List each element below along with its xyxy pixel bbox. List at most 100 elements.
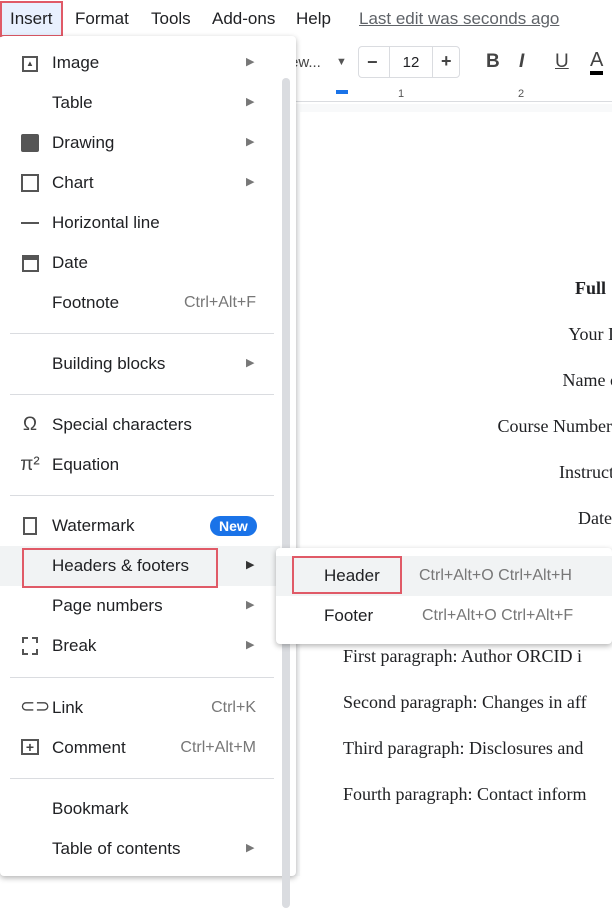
item-label: Table of contents [52, 839, 181, 858]
omega-icon: Ω [22, 414, 38, 435]
menu-addons[interactable]: Add-ons [212, 9, 275, 29]
doc-paragraph: Third paragraph: Disclosures and [343, 738, 584, 758]
doc-paragraph: Second paragraph: Changes in aff [343, 692, 587, 712]
menu-item-headers-footers[interactable]: Headers & footers ▶ [0, 546, 280, 588]
submenu-item-header[interactable]: Header Ctrl+Alt+O Ctrl+Alt+H [276, 556, 612, 596]
last-edit-link[interactable]: Last edit was seconds ago [359, 9, 559, 29]
doc-line: Date [578, 508, 612, 528]
item-label: Watermark [52, 516, 135, 535]
menu-format[interactable]: Format [75, 9, 129, 29]
toolbar: ew... ▼ − 12 + B I U A [290, 46, 612, 82]
item-label: Horizontal line [52, 213, 160, 232]
decrease-font-button[interactable]: − [367, 52, 378, 73]
calendar-icon [22, 255, 39, 272]
comment-icon: + [21, 739, 39, 755]
horizontal-line-icon [21, 222, 39, 224]
item-label: Special characters [52, 415, 192, 434]
doc-paragraph: Fourth paragraph: Contact inform [343, 784, 587, 804]
item-label: Image [52, 53, 100, 72]
indent-marker[interactable] [336, 90, 348, 94]
menu-help[interactable]: Help [296, 9, 331, 29]
text-color-button[interactable]: A [590, 49, 604, 75]
divider [10, 333, 274, 334]
pi-icon: π² [20, 454, 40, 475]
shortcut: Ctrl+Alt+O Ctrl+Alt+F [422, 607, 574, 624]
shortcut: Ctrl+Alt+O Ctrl+Alt+H [419, 567, 572, 584]
chart-icon [21, 174, 39, 192]
drawing-icon [21, 134, 39, 152]
italic-button[interactable]: I [519, 51, 524, 73]
divider [10, 677, 274, 678]
underline-button[interactable]: U [555, 51, 569, 73]
submenu-arrow-icon: ▶ [246, 842, 255, 854]
submenu-arrow-icon: ▶ [246, 176, 255, 188]
menu-item-watermark[interactable]: Watermark New [0, 506, 280, 546]
menu-item-building-blocks[interactable]: Building blocks ▶ [0, 344, 280, 384]
shortcut: Ctrl+K [211, 699, 256, 716]
item-label: Bookmark [52, 799, 129, 818]
menu-item-break[interactable]: Break ▶ [0, 626, 280, 666]
item-label: Comment [52, 738, 126, 757]
divider [10, 394, 274, 395]
font-dropdown-icon[interactable]: ▼ [336, 56, 347, 68]
ruler: 1 2 [290, 88, 612, 102]
doc-paragraph: First paragraph: Author ORCID i [343, 646, 582, 666]
menu-tools[interactable]: Tools [151, 9, 191, 29]
menu-item-date[interactable]: Date [0, 243, 280, 283]
menu-scrollbar[interactable] [282, 78, 290, 908]
bold-button[interactable]: B [486, 51, 500, 73]
item-label: Footnote [52, 293, 120, 312]
submenu-arrow-icon: ▶ [246, 599, 255, 611]
item-label: Chart [52, 173, 94, 192]
doc-line: Name c [562, 370, 612, 390]
menu-item-table-of-contents[interactable]: Table of contents ▶ [0, 829, 280, 869]
menu-item-chart[interactable]: Chart ▶ [0, 163, 280, 203]
ruler-mark: 1 [398, 88, 405, 100]
menu-insert[interactable]: Insert [0, 1, 63, 37]
doc-line: Your I [568, 324, 612, 344]
menu-item-footnote[interactable]: Footnote Ctrl+Alt+F [0, 283, 280, 323]
insert-menu: ▲ Image ▶ Table ▶ Drawing ▶ Chart ▶ Horizonta… [0, 36, 296, 908]
ruler-mark: 2 [518, 88, 525, 100]
submenu-item-footer[interactable]: Footer Ctrl+Alt+O Ctrl+Alt+F [276, 596, 612, 636]
menu-item-comment[interactable]: + Comment Ctrl+Alt+M [0, 728, 280, 768]
item-label: Date [52, 253, 88, 272]
item-label: Building blocks [52, 354, 166, 373]
submenu-arrow-icon: ▶ [246, 639, 255, 651]
image-icon: ▲ [22, 56, 38, 72]
menu-item-table[interactable]: Table ▶ [0, 83, 280, 123]
item-label: Footer [324, 606, 374, 625]
item-label: Page numbers [52, 596, 163, 615]
menu-item-equation[interactable]: π² Equation [0, 445, 280, 485]
menu-item-drawing[interactable]: Drawing ▶ [0, 123, 280, 163]
submenu-arrow-icon: ▶ [246, 559, 255, 571]
doc-title: Full [574, 278, 606, 298]
menu-item-page-numbers[interactable]: Page numbers ▶ [0, 586, 280, 626]
doc-line: Instruct [559, 462, 612, 482]
item-label: Headers & footers [52, 556, 190, 575]
increase-font-button[interactable]: + [441, 51, 452, 72]
submenu-arrow-icon: ▶ [246, 357, 255, 369]
document-page[interactable]: Full Your I Name c Course Number Instruc… [300, 112, 612, 876]
shortcut: Ctrl+Alt+F [183, 294, 256, 311]
shortcut: Ctrl+Alt+M [180, 739, 256, 756]
menu-item-bookmark[interactable]: Bookmark [0, 789, 280, 829]
watermark-icon [23, 517, 37, 535]
font-size-stepper[interactable]: − 12 + [358, 46, 460, 78]
break-icon [22, 637, 38, 655]
menu-item-image[interactable]: ▲ Image ▶ [0, 43, 280, 83]
item-label: Link [52, 698, 84, 717]
item-label: Header [324, 566, 380, 585]
new-badge: New [210, 516, 257, 536]
menu-item-link[interactable]: ⊂⊃ Link Ctrl+K [0, 688, 280, 728]
doc-line: Course Number [497, 416, 612, 436]
item-label: Table [52, 93, 93, 112]
font-size-input[interactable]: 12 [389, 47, 433, 77]
submenu-arrow-icon: ▶ [246, 136, 255, 148]
submenu-arrow-icon: ▶ [246, 56, 255, 68]
menu-item-horizontal-line[interactable]: Horizontal line [0, 203, 280, 243]
menu-item-special-characters[interactable]: Ω Special characters [0, 405, 280, 445]
link-icon: ⊂⊃ [20, 696, 51, 716]
item-label: Equation [52, 455, 120, 474]
item-label: Drawing [52, 133, 115, 152]
